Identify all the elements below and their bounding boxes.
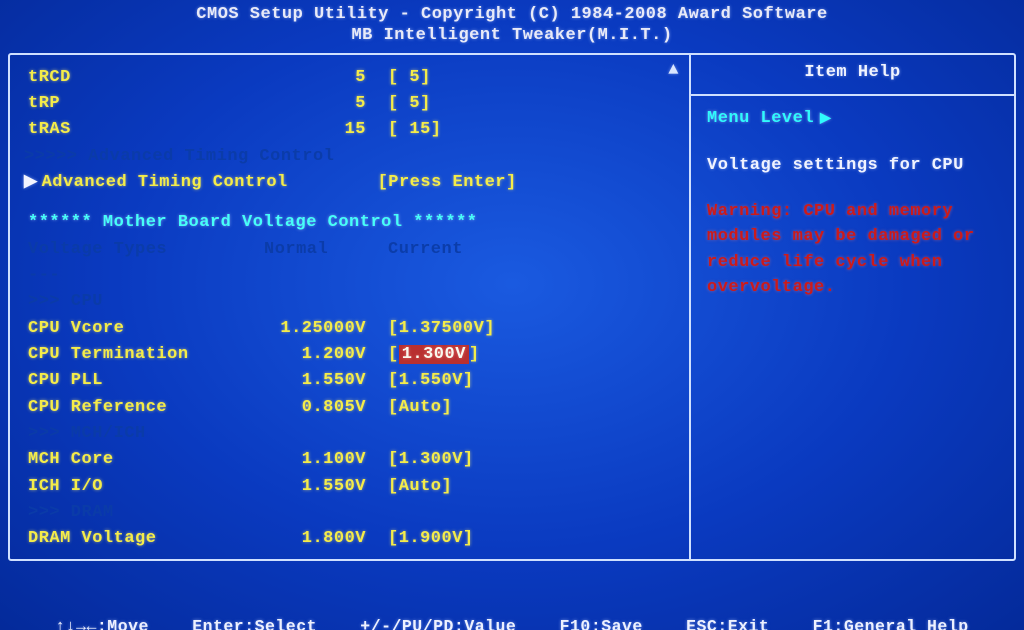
voltage-columns-header: Voltage Types Normal Current xyxy=(24,237,679,263)
voltage-control-header: ****** Mother Board Voltage Control ****… xyxy=(24,210,679,236)
setting-current: [1.550V] xyxy=(384,368,544,394)
hotkey-move: ↑↓→←:Move xyxy=(55,615,149,630)
setting-current: [ 5] xyxy=(384,65,544,91)
row-tras[interactable]: tRAS 15 [ 15] xyxy=(24,117,679,143)
setting-normal: 1.200V xyxy=(234,342,384,368)
chevron-right-icon: ▶ xyxy=(820,111,831,127)
setting-normal: 1.800V xyxy=(234,526,384,552)
setting-current: [1.300V] xyxy=(384,447,544,473)
setting-current: [1.900V] xyxy=(384,526,544,552)
ghost-dram-section: >>> DRAM xyxy=(24,500,679,526)
selected-value: 1.300V xyxy=(399,345,469,364)
setting-current: [1.37500V] xyxy=(384,316,544,342)
main-pane: ▲ tRCD 5 [ 5] tRP 5 [ 5] tRAS 15 [ 15] >… xyxy=(10,55,689,559)
row-trp[interactable]: tRP 5 [ 5] xyxy=(24,91,679,117)
cursor-icon: ▶ xyxy=(24,170,38,196)
help-warning: Warning: CPU and memory modules may be d… xyxy=(707,199,1000,301)
footer-hotkeys: ↑↓→←:Move Enter:Select +/-/PU/PD:Value F… xyxy=(8,561,1016,630)
ghost-mch-section: >>> MCH/ICH xyxy=(24,421,679,447)
setting-label: CPU Vcore xyxy=(24,316,234,342)
setting-normal: 1.550V xyxy=(234,368,384,394)
row-cpu-reference[interactable]: CPU Reference 0.805V [Auto] xyxy=(24,395,679,421)
hotkey-help: F1:General Help xyxy=(813,615,969,630)
setting-label: DRAM Voltage xyxy=(24,526,234,552)
setting-label: MCH Core xyxy=(24,447,234,473)
row-dram-voltage[interactable]: DRAM Voltage 1.800V [1.900V] xyxy=(24,526,679,552)
setting-normal: 0.805V xyxy=(234,395,384,421)
ghost-adv-timing: >>>>> Advanced Timing Control xyxy=(24,144,679,170)
scroll-up-arrow[interactable]: ▲ xyxy=(668,61,679,80)
header-title-1: CMOS Setup Utility - Copyright (C) 1984-… xyxy=(8,4,1016,25)
row-adv-timing[interactable]: ▶ Advanced Timing Control [Press Enter] xyxy=(24,170,679,196)
help-pane: Item Help Menu Level▶ Voltage settings f… xyxy=(689,55,1014,559)
setting-normal: 15 xyxy=(234,117,384,143)
setting-normal: 1.550V xyxy=(234,474,384,500)
hotkey-value: +/-/PU/PD:Value xyxy=(360,615,516,630)
row-cpu-termination[interactable]: CPU Termination 1.200V [1.300V] xyxy=(24,342,679,368)
setting-current: [ 15] xyxy=(384,117,544,143)
row-mch-core[interactable]: MCH Core 1.100V [1.300V] xyxy=(24,447,679,473)
setting-current: [ 5] xyxy=(384,91,544,117)
hotkey-save: F10:Save xyxy=(560,615,643,630)
setting-label: CPU PLL xyxy=(24,368,234,394)
setting-current: [Auto] xyxy=(384,474,544,500)
setting-normal: 1.100V xyxy=(234,447,384,473)
setting-normal: 5 xyxy=(234,91,384,117)
press-enter-label: [Press Enter] xyxy=(342,170,517,196)
setting-label: Advanced Timing Control xyxy=(42,170,342,196)
help-title: Item Help xyxy=(691,55,1014,96)
content-frame: ▲ tRCD 5 [ 5] tRP 5 [ 5] tRAS 15 [ 15] >… xyxy=(8,53,1016,561)
setting-current: [Auto] xyxy=(384,395,544,421)
setting-label: tRP xyxy=(24,91,234,117)
help-description: Voltage settings for CPU xyxy=(707,153,1000,179)
ghost-cpu-section: >>> CPU xyxy=(24,289,679,315)
setting-label: CPU Termination xyxy=(24,342,234,368)
row-ich-io[interactable]: ICH I/O 1.550V [Auto] xyxy=(24,474,679,500)
setting-label: tRCD xyxy=(24,65,234,91)
header-title-2: MB Intelligent Tweaker(M.I.T.) xyxy=(8,25,1016,46)
setting-normal: 5 xyxy=(234,65,384,91)
row-cpu-vcore[interactable]: CPU Vcore 1.25000V [1.37500V] xyxy=(24,316,679,342)
row-trcd[interactable]: tRCD 5 [ 5] xyxy=(24,65,679,91)
setting-label: tRAS xyxy=(24,117,234,143)
setting-normal: 1.25000V xyxy=(234,316,384,342)
setting-label: CPU Reference xyxy=(24,395,234,421)
voltage-dashes: --- xyxy=(24,263,679,289)
row-cpu-pll[interactable]: CPU PLL 1.550V [1.550V] xyxy=(24,368,679,394)
hotkey-select: Enter:Select xyxy=(192,615,317,630)
setting-label: ICH I/O xyxy=(24,474,234,500)
menu-level: Menu Level▶ xyxy=(707,106,1000,132)
hotkey-exit: ESC:Exit xyxy=(686,615,769,630)
setting-current: [1.300V] xyxy=(384,342,544,368)
